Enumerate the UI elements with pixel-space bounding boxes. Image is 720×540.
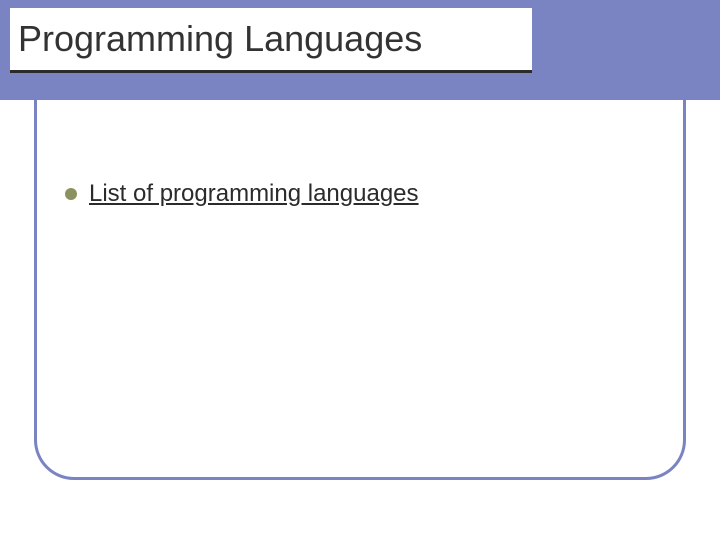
list-item: List of programming languages <box>65 180 683 208</box>
bullet-icon <box>65 188 77 200</box>
slide-title: Programming Languages <box>18 18 422 60</box>
header-band: Programming Languages <box>0 0 720 100</box>
content-frame: List of programming languages <box>34 100 686 480</box>
title-box: Programming Languages <box>10 8 532 73</box>
programming-languages-link[interactable]: List of programming languages <box>89 180 419 208</box>
